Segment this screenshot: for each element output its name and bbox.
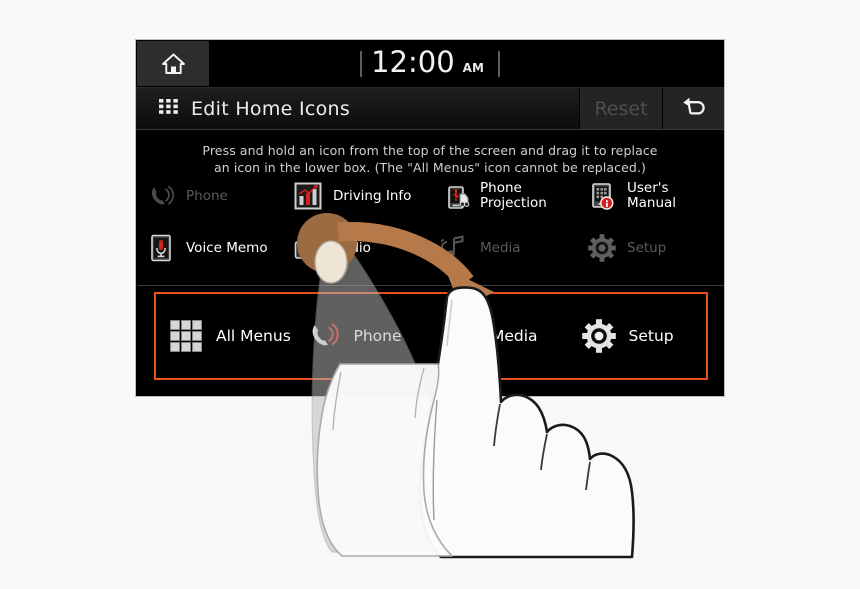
dock-item-label: All Menus	[216, 327, 291, 345]
pool-item-label: Phone	[186, 187, 228, 204]
dock-item-phone[interactable]: Phone	[294, 317, 432, 355]
icon-pool-row: Phone Driving Info Phone Projection User…	[136, 170, 724, 222]
dock-item-label: Media	[491, 327, 538, 345]
clock-meridiem: AM	[462, 60, 484, 75]
pool-item-label: Setup	[627, 239, 667, 256]
bar-chart-icon	[292, 180, 324, 212]
page-title: Edit Home Icons	[191, 97, 351, 120]
pool-item-label: User's Manual	[627, 180, 677, 211]
dock-item-media[interactable]: Media	[431, 317, 569, 355]
phone-handset-icon	[305, 317, 343, 355]
microphone-icon	[145, 232, 177, 264]
phone-projection-icon	[439, 180, 471, 212]
media-note-icon	[439, 232, 471, 264]
page-background: 12:00 AM Edit Home Icons Reset Press and…	[0, 0, 860, 589]
pool-item-label: Driving Info	[333, 187, 412, 204]
instruction-line-1: Press and hold an icon from the top of t…	[202, 143, 658, 158]
clock: 12:00 AM	[136, 40, 724, 87]
pool-item-label: Voice Memo	[186, 239, 268, 256]
grid-menu-icon	[159, 99, 178, 118]
icon-pool-row: Voice Memo Radio Media Setup	[136, 222, 724, 274]
pool-item-users-manual[interactable]: User's Manual	[577, 170, 724, 222]
pool-item-setup[interactable]: Setup	[577, 222, 724, 274]
pool-item-voice-memo[interactable]: Voice Memo	[136, 222, 283, 274]
pool-item-label: Radio	[333, 239, 371, 256]
pool-item-driving-info[interactable]: Driving Info	[283, 170, 430, 222]
gear-icon	[580, 317, 618, 355]
pool-item-phone-projection[interactable]: Phone Projection	[430, 170, 577, 222]
radio-icon	[292, 232, 324, 264]
pool-item-label: Phone Projection	[480, 180, 547, 211]
phone-handset-icon	[145, 180, 177, 212]
pool-item-label: Media	[480, 239, 521, 256]
dock-item-setup[interactable]: Setup	[569, 317, 707, 355]
gear-icon	[586, 232, 618, 264]
dock-item-label: Setup	[628, 327, 674, 345]
users-manual-icon	[586, 180, 618, 212]
home-icon-dock: All Menus Phone Media Setup	[138, 285, 724, 380]
reset-button[interactable]: Reset	[579, 88, 662, 129]
icon-pool: Phone Driving Info Phone Projection User…	[136, 170, 724, 274]
back-button[interactable]	[662, 88, 724, 129]
clock-separator-right	[497, 50, 500, 77]
pool-item-phone[interactable]: Phone	[136, 170, 283, 222]
status-bar: 12:00 AM	[136, 40, 724, 88]
all-menus-grid-icon	[167, 317, 205, 355]
dock-item-label: Phone	[353, 327, 402, 345]
head-unit-screen: 12:00 AM Edit Home Icons Reset Press and…	[135, 39, 725, 397]
dock-item-all-menus[interactable]: All Menus	[156, 317, 294, 355]
reset-button-label: Reset	[594, 97, 648, 120]
pool-item-media[interactable]: Media	[430, 222, 577, 274]
media-note-icon	[442, 317, 480, 355]
clock-time: 12:00	[371, 45, 455, 79]
title-bar: Edit Home Icons Reset	[136, 88, 724, 130]
pool-item-radio[interactable]: Radio	[283, 222, 430, 274]
back-arrow-icon	[680, 96, 707, 121]
